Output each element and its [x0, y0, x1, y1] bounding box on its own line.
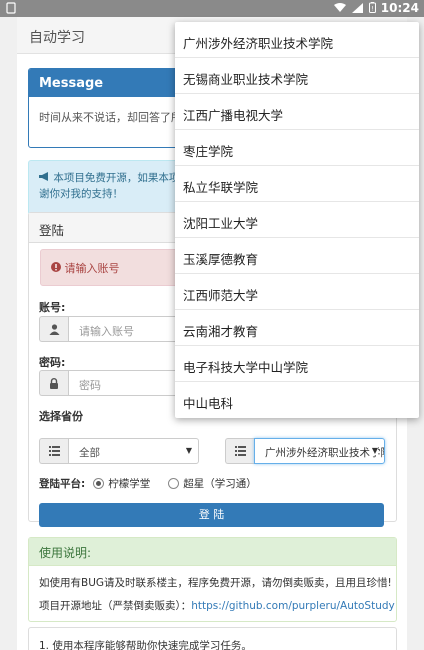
school-select-value: 广州涉外经济职业技术学院: [265, 447, 385, 459]
usage-line1: 如使用有BUG请及时联系楼主，程序免费开源，请勿倒卖贩卖，且用且珍惜!: [39, 577, 392, 589]
dropdown-option[interactable]: 沈阳工业大学: [175, 202, 419, 238]
dropdown-option[interactable]: 云南湘才教育: [175, 310, 419, 346]
megaphone-icon: [39, 172, 53, 184]
radio-chaoxing-label: 超星（学习通）: [183, 478, 257, 490]
error-text: 请输入账号: [64, 262, 120, 275]
wifi-icon: [334, 2, 346, 16]
radio-lemon-label: 柠檬学堂: [108, 478, 151, 490]
province-select-value: 全部: [79, 447, 100, 459]
login-button[interactable]: 登 陆: [39, 503, 384, 527]
password-label: 密码:: [39, 356, 66, 369]
status-bar: ! 10:24: [0, 0, 424, 17]
list-icon: [39, 438, 68, 464]
clock: 10:24: [380, 1, 419, 15]
exclamation-circle-icon: [51, 262, 65, 275]
platform-row: 登陆平台: 柠檬学堂 超星（学习通）: [39, 476, 257, 491]
user-icon: [39, 316, 68, 342]
province-label: 选择省份: [39, 410, 83, 423]
lock-icon: [39, 370, 68, 396]
radio-chaoxing[interactable]: [168, 478, 180, 489]
usage-heading: 使用说明:: [29, 538, 396, 566]
account-label: 账号:: [39, 301, 66, 314]
signal-icon: [352, 2, 363, 16]
notification-icon: [6, 2, 16, 17]
school-select-group: 广州涉外经济职业技术学院 ▼: [225, 438, 385, 464]
usage-line2: 项目开源地址（严禁倒卖贩卖）：https://github.com/purple…: [29, 598, 396, 613]
dropdown-option[interactable]: 电子科技大学中山学院: [175, 346, 419, 382]
province-select-group: 全部 ▼: [39, 438, 199, 464]
github-link[interactable]: https://github.com/purpleru/AutoStudy: [191, 600, 395, 612]
dropdown-option[interactable]: 江西广播电视大学: [175, 94, 419, 130]
dropdown-option[interactable]: 玉溪厚德教育: [175, 238, 419, 274]
usage-line2-prefix: 项目开源地址（严禁倒卖贩卖）：: [39, 600, 192, 612]
svg-text:!: !: [371, 6, 373, 13]
dropdown-option[interactable]: 江西师范大学: [175, 274, 419, 310]
school-select[interactable]: 广州涉外经济职业技术学院 ▼: [254, 438, 385, 464]
school-dropdown-list: 广州涉外经济职业技术学院 无锡商业职业技术学院 江西广播电视大学 枣庄学院 私立…: [175, 22, 419, 418]
usage-panel: 使用说明: 如使用有BUG请及时联系楼主，程序免费开源，请勿倒卖贩卖，且用且珍惜…: [28, 537, 397, 622]
dropdown-option[interactable]: 私立华联学院: [175, 166, 419, 202]
dropdown-option[interactable]: 中山电科: [175, 382, 419, 418]
radio-lemon[interactable]: [93, 478, 105, 489]
battery-icon: !: [369, 2, 376, 16]
caret-down-icon: ▼: [185, 446, 192, 455]
dropdown-option[interactable]: 广州涉外经济职业技术学院: [175, 22, 419, 58]
caret-down-icon: ▼: [369, 446, 378, 455]
app-title: 自动学习: [29, 30, 85, 46]
province-select[interactable]: 全部 ▼: [68, 438, 199, 464]
dropdown-option[interactable]: 枣庄学院: [175, 130, 419, 166]
platform-label: 登陆平台:: [39, 478, 86, 490]
tip-box: 1. 使用本程序能够帮助你快速完成学习任务。: [28, 627, 397, 650]
dropdown-option[interactable]: 无锡商业职业技术学院: [175, 58, 419, 94]
list-icon: [225, 438, 254, 464]
